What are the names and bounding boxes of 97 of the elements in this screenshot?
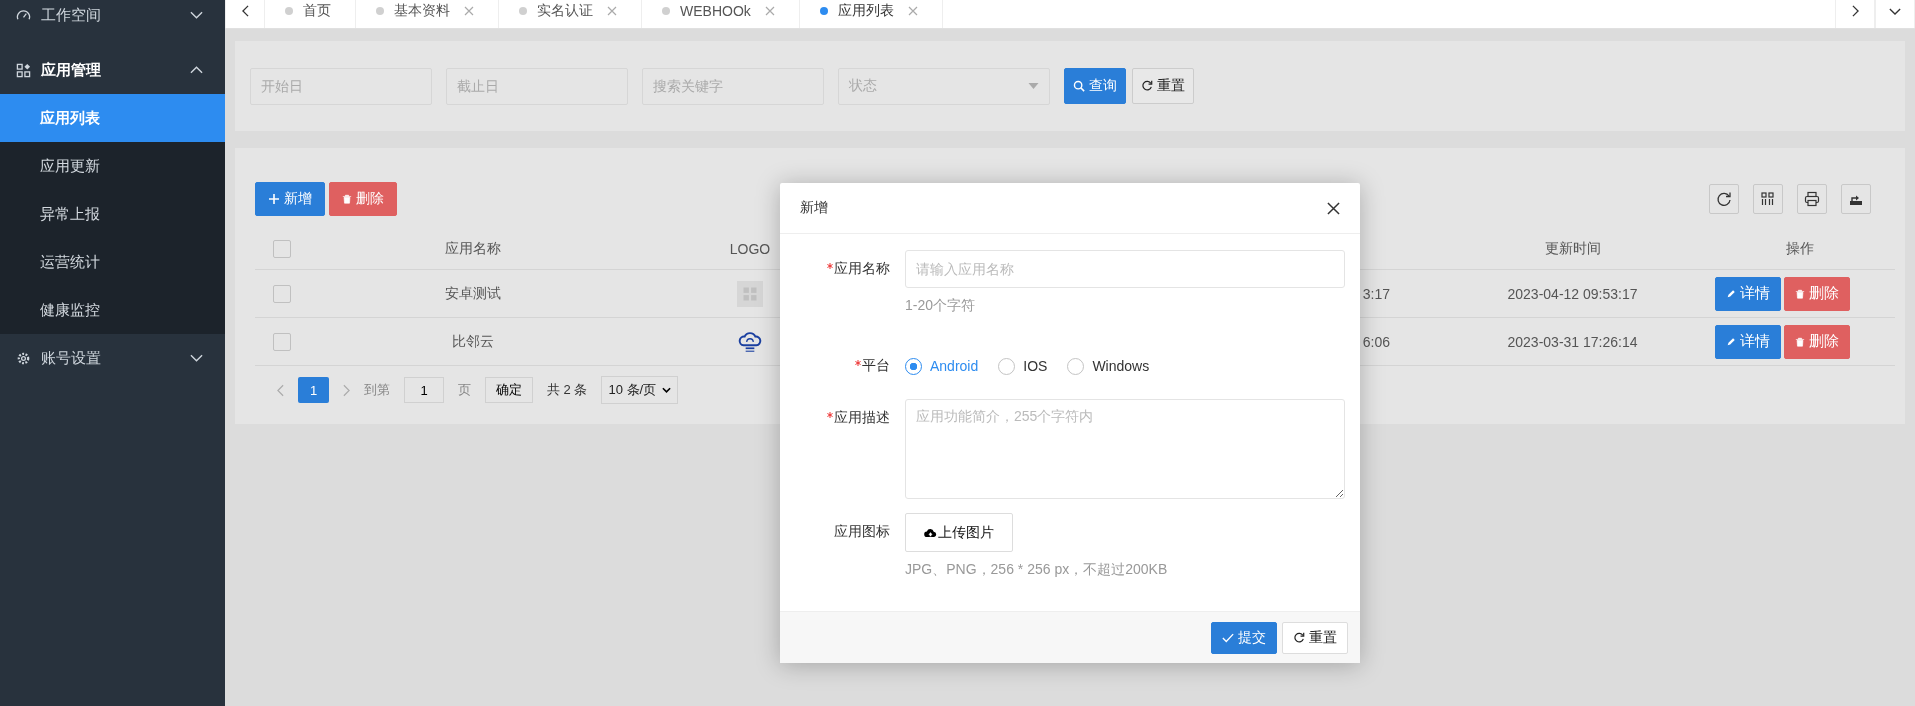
checkbox[interactable] bbox=[273, 240, 291, 258]
chevron-left-icon bbox=[241, 5, 249, 17]
columns-icon bbox=[1760, 191, 1776, 207]
caret-icon bbox=[1028, 83, 1039, 89]
refresh-icon bbox=[1293, 631, 1305, 644]
submenu-item[interactable]: 运营统计 bbox=[0, 238, 225, 286]
table-cell: 2023-03-31 17:26:14 bbox=[1507, 333, 1638, 350]
search-icon bbox=[1073, 80, 1085, 92]
trash-icon bbox=[1795, 288, 1805, 299]
checkbox[interactable] bbox=[273, 332, 291, 351]
trash-icon bbox=[1795, 336, 1805, 347]
chevron-down-icon bbox=[1889, 7, 1901, 15]
radio-option[interactable]: IOS bbox=[998, 357, 1048, 375]
chevron-down-icon bbox=[190, 354, 203, 362]
table-cell: 2023-04-12 09:53:17 bbox=[1507, 285, 1638, 302]
column-header: 更新时间 bbox=[1544, 240, 1601, 258]
sidebar-item[interactable]: 账号设置 bbox=[0, 334, 225, 382]
columns-button[interactable] bbox=[1753, 184, 1783, 214]
submit-button[interactable]: 提交 bbox=[1211, 621, 1277, 654]
field-hint: 1-20个字符 bbox=[905, 297, 976, 315]
pencil-icon bbox=[1726, 288, 1736, 299]
dialog-title: 新增 bbox=[800, 199, 828, 217]
submenu-item[interactable]: 异常上报 bbox=[0, 190, 225, 238]
tab-label: 基本资料 bbox=[394, 2, 450, 20]
image-placeholder-icon bbox=[737, 280, 763, 307]
add-button[interactable]: 新增 bbox=[255, 182, 325, 216]
tabs-menu-button[interactable] bbox=[1875, 0, 1915, 28]
scroll-right-button[interactable] bbox=[1835, 0, 1875, 28]
sidebar-item[interactable]: 工作空间 bbox=[0, 0, 225, 30]
export-button[interactable] bbox=[1841, 184, 1871, 214]
confirm-button[interactable]: 确定 bbox=[485, 377, 533, 403]
submenu-item[interactable]: 健康监控 bbox=[0, 286, 225, 334]
name-input[interactable]: 请输入应用名称 bbox=[905, 250, 1345, 288]
tab-label: WEBHOOk bbox=[680, 3, 751, 19]
goto-label: 到第 bbox=[364, 381, 390, 399]
cloud-upload-icon bbox=[924, 527, 937, 538]
tab[interactable]: 应用列表 bbox=[799, 0, 943, 28]
refresh-icon bbox=[1716, 191, 1732, 207]
page-button[interactable]: 1 bbox=[298, 377, 329, 403]
previous-page-icon[interactable] bbox=[277, 383, 284, 397]
tab[interactable]: WEBHOOk bbox=[642, 0, 800, 28]
gear-icon bbox=[16, 350, 31, 366]
plus-icon bbox=[268, 193, 280, 205]
checkbox[interactable] bbox=[273, 284, 291, 303]
field-label: 应用图标 bbox=[834, 523, 890, 541]
check-icon bbox=[1222, 631, 1234, 644]
next-page-icon[interactable] bbox=[343, 383, 350, 397]
page-suffix: 页 bbox=[458, 381, 471, 399]
trash-icon bbox=[342, 194, 352, 204]
caret-icon bbox=[662, 387, 672, 393]
table-cell: 比邻云 bbox=[451, 332, 494, 351]
print-button[interactable] bbox=[1797, 184, 1827, 214]
submenu-item[interactable]: 应用更新 bbox=[0, 142, 225, 190]
reset-button[interactable]: 重置 bbox=[1282, 621, 1348, 654]
table-cell: 6:06 bbox=[1362, 333, 1390, 350]
search-button[interactable]: 查询 bbox=[1064, 68, 1126, 104]
column-header: LOGO bbox=[729, 241, 771, 257]
radio-option[interactable]: Windows bbox=[1067, 357, 1150, 375]
page-input[interactable]: 1 bbox=[404, 377, 444, 403]
close-icon[interactable] bbox=[1327, 201, 1340, 215]
printer-icon bbox=[1804, 191, 1820, 207]
scroll-left-button[interactable] bbox=[225, 0, 265, 28]
column-header: 应用名称 bbox=[444, 240, 501, 258]
column-header: 操作 bbox=[1786, 240, 1814, 258]
description-textarea[interactable]: 应用功能简介，255个字符内 bbox=[905, 399, 1345, 499]
table-cell: 3:17 bbox=[1362, 285, 1390, 302]
chevron-right-icon bbox=[1851, 5, 1859, 17]
filter-field[interactable]: 截止日 bbox=[446, 67, 628, 105]
details-button[interactable]: 详情 bbox=[1715, 324, 1781, 359]
field-hint: JPG、PNG，256 * 256 px，不超过200KB bbox=[905, 561, 1168, 579]
field-label: 应用名称 bbox=[834, 260, 890, 278]
tab[interactable]: 实名认证 bbox=[499, 0, 642, 28]
tab[interactable]: 首页 bbox=[265, 0, 356, 28]
delete-button[interactable]: 删除 bbox=[329, 182, 397, 216]
radio-option[interactable]: Android bbox=[905, 357, 979, 375]
pencil-icon bbox=[1726, 336, 1736, 347]
tab-label: 应用列表 bbox=[837, 2, 894, 20]
page-size-select[interactable]: 10 条/页 bbox=[601, 376, 679, 404]
refresh-icon bbox=[1141, 80, 1153, 92]
reset-button[interactable]: 重置 bbox=[1132, 68, 1194, 104]
apps-icon bbox=[16, 62, 31, 78]
details-button[interactable]: 详情 bbox=[1715, 276, 1781, 311]
total-count: 共 2 条 bbox=[547, 381, 588, 399]
chevron-down-icon bbox=[190, 11, 203, 19]
refresh-button[interactable] bbox=[1709, 184, 1739, 214]
chevron-up-icon bbox=[190, 66, 203, 74]
upload-button[interactable]: 上传图片 bbox=[905, 513, 1013, 552]
field-label: 平台 bbox=[862, 357, 890, 375]
delete-button[interactable]: 删除 bbox=[1784, 276, 1850, 311]
filter-field[interactable]: 搜索关键字 bbox=[642, 67, 824, 105]
tab-label: 首页 bbox=[303, 2, 331, 20]
tab[interactable]: 基本资料 bbox=[356, 0, 499, 28]
tab-label: 实名认证 bbox=[537, 2, 593, 20]
delete-button[interactable]: 删除 bbox=[1784, 324, 1850, 359]
sidebar-item[interactable]: 应用管理 bbox=[0, 46, 225, 94]
field-label: 应用描述 bbox=[834, 409, 890, 427]
table-cell: 安卓测试 bbox=[444, 284, 501, 303]
